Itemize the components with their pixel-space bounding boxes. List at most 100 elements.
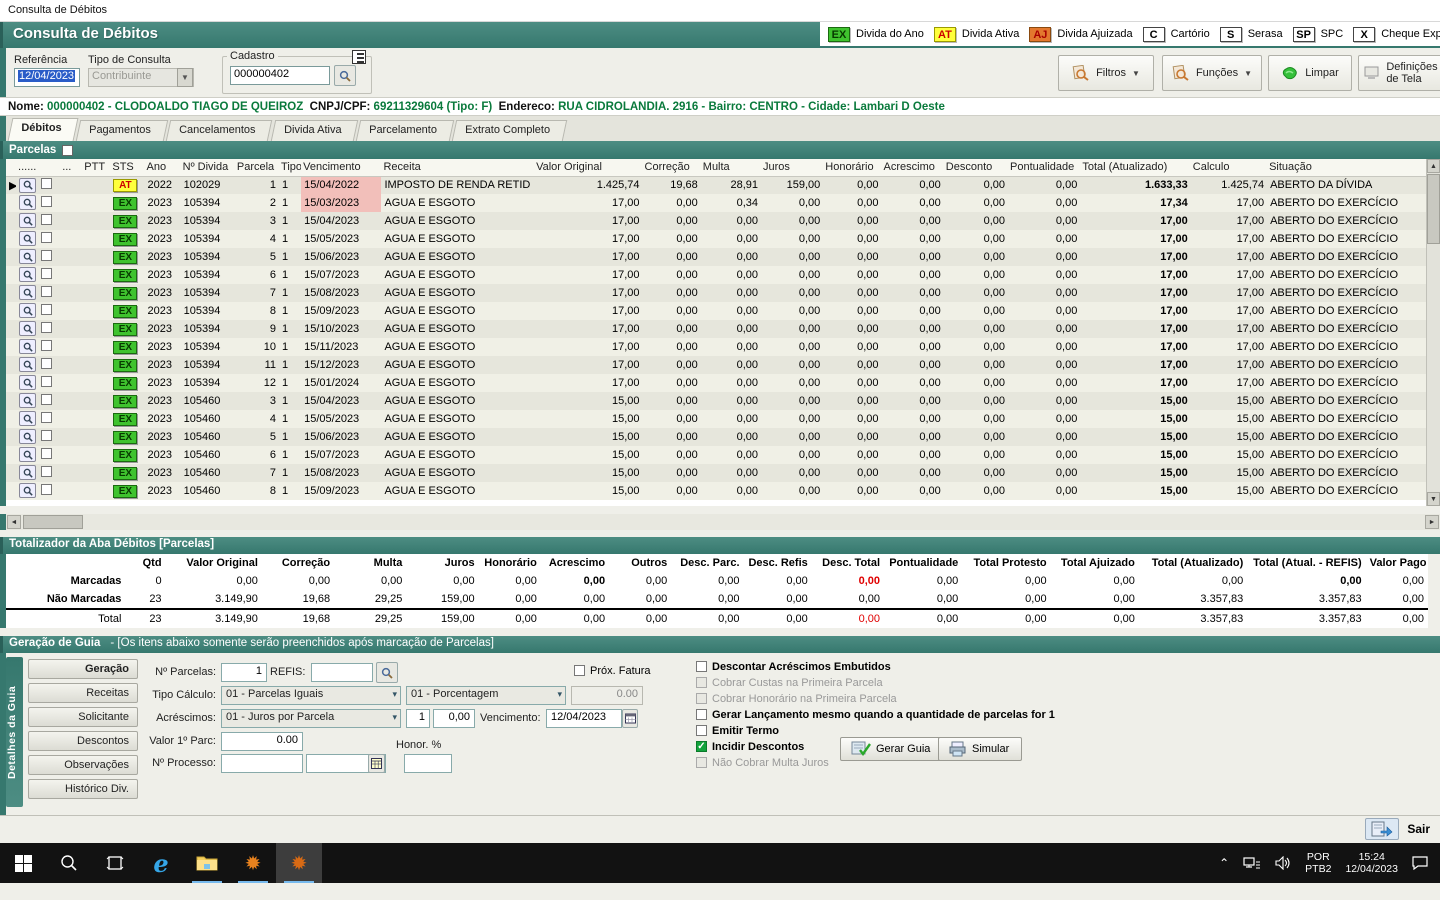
row-checkbox[interactable]: [41, 322, 53, 333]
valor-primeira-parcela-input[interactable]: 0.00: [221, 732, 303, 751]
acrescimo-valor-input[interactable]: 0,00: [433, 709, 475, 728]
simular-button[interactable]: Simular: [938, 737, 1022, 761]
option-gerar-lan-amento-mesmo-quando-a-quantida[interactable]: Gerar Lançamento mesmo quando a quantida…: [696, 707, 1055, 722]
row-detail-button[interactable]: [19, 285, 37, 301]
column-header[interactable]: Desconto: [943, 159, 1009, 177]
option-cobrar-honor-rio-na-primeira-parcela[interactable]: Cobrar Honorário na Primeira Parcela: [696, 691, 1055, 706]
column-header[interactable]: ...: [60, 159, 83, 177]
column-header[interactable]: Parcela: [234, 159, 280, 177]
guia-nav-descontos[interactable]: Descontos: [28, 731, 138, 751]
guia-nav-gera-o[interactable]: Geração: [28, 659, 138, 679]
row-checkbox[interactable]: [41, 448, 53, 459]
funcoes-button[interactable]: Funções ▼: [1162, 55, 1262, 91]
column-header[interactable]: Vencimento: [301, 159, 382, 177]
language-indicator[interactable]: POR PTB2: [1305, 851, 1331, 875]
row-detail-button[interactable]: [19, 447, 37, 463]
calculator-button[interactable]: [368, 754, 385, 773]
app-icon-1[interactable]: ✹: [230, 843, 276, 883]
detalhes-da-guia-tab[interactable]: Detalhes da Guia: [6, 657, 23, 807]
row-detail-button[interactable]: [19, 321, 37, 337]
tab-parcelamento[interactable]: Parcelamento: [355, 120, 455, 141]
row-checkbox[interactable]: [41, 304, 53, 315]
scroll-right-icon[interactable]: ►: [1425, 515, 1439, 529]
guia-nav-receitas[interactable]: Receitas: [28, 683, 138, 703]
n-processo-input[interactable]: [221, 754, 303, 773]
tab-divida-ativa[interactable]: Divida Ativa: [270, 120, 359, 141]
row-checkbox[interactable]: [41, 358, 53, 369]
tab-pagamentos[interactable]: Pagamentos: [76, 120, 169, 141]
app-icon-2-active[interactable]: ✹: [276, 843, 322, 883]
row-checkbox[interactable]: [41, 376, 53, 387]
start-button[interactable]: [0, 843, 46, 883]
column-header[interactable]: [38, 159, 61, 177]
taskbar-search-button[interactable]: [46, 843, 92, 883]
row-checkbox[interactable]: [41, 484, 53, 495]
column-header[interactable]: Juros: [761, 159, 824, 177]
row-detail-button[interactable]: [19, 249, 37, 265]
honor-input[interactable]: [404, 754, 452, 773]
option-descontar-acr-scimos-embutidos[interactable]: Descontar Acréscimos Embutidos: [696, 659, 1055, 674]
row-detail-button[interactable]: [19, 213, 37, 229]
row-checkbox[interactable]: [41, 430, 53, 441]
prox-fatura-checkbox[interactable]: Próx. Fatura: [574, 663, 651, 678]
guia-nav-solicitante[interactable]: Solicitante: [28, 707, 138, 727]
network-icon[interactable]: [1243, 856, 1261, 870]
scroll-up-icon[interactable]: ▲: [1427, 159, 1440, 173]
notification-icon[interactable]: [1412, 856, 1428, 870]
row-detail-button[interactable]: [19, 465, 37, 481]
guia-nav-hist-rico-div-[interactable]: Histórico Div.: [28, 779, 138, 799]
vertical-scrollbar[interactable]: ▲ ▼: [1426, 159, 1440, 506]
n-parcelas-input[interactable]: 1: [221, 663, 267, 682]
column-header[interactable]: Calculo: [1190, 159, 1268, 177]
tray-chevron-icon[interactable]: ⌃: [1219, 856, 1229, 870]
clock[interactable]: 15:24 12/04/2023: [1345, 851, 1398, 875]
column-header[interactable]: Tipo: [279, 159, 302, 177]
porcentagem-select[interactable]: 01 - Porcentagem: [406, 686, 566, 705]
row-detail-button[interactable]: [19, 267, 37, 283]
row-detail-button[interactable]: [19, 357, 37, 373]
column-header[interactable]: STS: [110, 159, 145, 177]
row-checkbox[interactable]: [41, 268, 53, 279]
option-emitir-termo[interactable]: Emitir Termo: [696, 723, 1055, 738]
guia-nav-observa-es[interactable]: Observações: [28, 755, 138, 775]
column-header[interactable]: Acrescimo: [881, 159, 944, 177]
column-header[interactable]: ......: [16, 159, 39, 177]
column-header[interactable]: Nº Divida: [180, 159, 235, 177]
tab-cancelamentos[interactable]: Cancelamentos: [165, 120, 273, 141]
row-detail-button[interactable]: [19, 429, 37, 445]
cadastro-input[interactable]: 000000402: [230, 66, 330, 85]
cadastro-search-button[interactable]: [334, 65, 356, 86]
vencimento-input[interactable]: 12/04/2023: [546, 709, 622, 728]
referencia-input[interactable]: 12/04/2023: [14, 68, 80, 87]
scrollbar-thumb[interactable]: [1427, 174, 1440, 244]
scroll-left-icon[interactable]: ◄: [7, 515, 21, 529]
row-detail-button[interactable]: [19, 411, 37, 427]
acrescimos-select[interactable]: 01 - Juros por Parcela: [221, 709, 401, 728]
row-checkbox[interactable]: [41, 466, 53, 477]
row-checkbox[interactable]: [41, 232, 53, 243]
filtros-button[interactable]: Filtros ▼: [1058, 55, 1154, 91]
row-detail-button[interactable]: [19, 375, 37, 391]
column-header[interactable]: Ano: [144, 159, 181, 177]
row-detail-button[interactable]: [19, 177, 37, 193]
scroll-down-icon[interactable]: ▼: [1427, 492, 1440, 506]
parcelas-select-all-checkbox[interactable]: [62, 144, 74, 156]
tab-débitos[interactable]: Débitos: [7, 118, 79, 141]
column-header[interactable]: Pontualidade: [1008, 159, 1081, 177]
tipo-calculo-select[interactable]: 01 - Parcelas Iguais: [221, 686, 401, 705]
file-explorer-button[interactable]: [184, 843, 230, 883]
column-header[interactable]: Multa: [700, 159, 762, 177]
row-detail-button[interactable]: [19, 231, 37, 247]
column-header[interactable]: Receita: [381, 159, 535, 177]
row-detail-button[interactable]: [19, 483, 37, 499]
row-detail-button[interactable]: [19, 303, 37, 319]
row-detail-button[interactable]: [19, 339, 37, 355]
percentual-input[interactable]: 0.00: [571, 686, 643, 705]
speaker-icon[interactable]: [1275, 856, 1291, 870]
gerar-guia-button[interactable]: Gerar Guia: [840, 737, 948, 761]
row-checkbox[interactable]: [41, 412, 53, 423]
row-checkbox[interactable]: [41, 178, 53, 190]
internet-explorer-button[interactable]: e: [138, 843, 184, 883]
column-header[interactable]: Valor Original: [534, 159, 643, 177]
column-header[interactable]: Honorário: [823, 159, 882, 177]
